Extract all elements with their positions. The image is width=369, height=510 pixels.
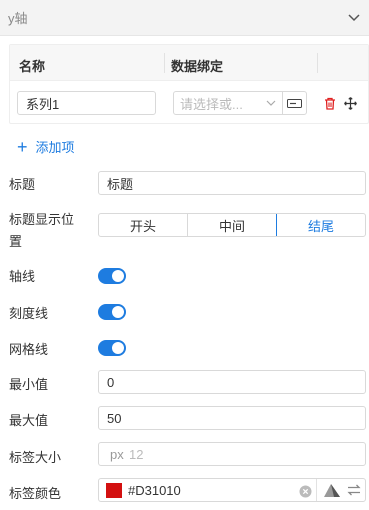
- plus-icon: +: [17, 136, 28, 157]
- color-hex-value: #D31010: [128, 483, 181, 498]
- title-position-label-wrap: 置: [9, 234, 23, 249]
- section-title: y轴: [8, 11, 28, 26]
- toggle-knob: [112, 270, 124, 282]
- title-position-segmented: 开头 中间 结尾: [98, 213, 366, 237]
- axis-line-label: 轴线: [9, 269, 36, 284]
- title-label: 标题: [9, 177, 36, 192]
- select-placeholder: 请选择或...: [180, 96, 243, 112]
- tick-line-toggle[interactable]: [98, 304, 126, 320]
- axis-line-toggle[interactable]: [98, 268, 126, 284]
- color-swatch[interactable]: [106, 483, 122, 498]
- table-row: 请选择或...: [10, 81, 368, 124]
- grid-line-label: 网格线: [9, 342, 49, 357]
- chevron-down-icon: [266, 100, 276, 106]
- toggle-knob: [112, 342, 124, 354]
- min-value-input[interactable]: [98, 370, 366, 394]
- position-end-button[interactable]: 结尾: [276, 214, 365, 236]
- position-middle-button[interactable]: 中间: [188, 214, 277, 236]
- column-header-binding: 数据绑定: [171, 59, 224, 74]
- label-size-input[interactable]: [98, 442, 366, 466]
- px-unit-prefix: px: [110, 447, 124, 462]
- column-divider: [164, 53, 165, 73]
- add-item-button[interactable]: + 添加项: [17, 137, 75, 156]
- column-divider: [317, 53, 318, 73]
- label-color-label: 标签颜色: [9, 486, 62, 501]
- title-input[interactable]: [98, 171, 366, 195]
- divider: [316, 479, 317, 501]
- series-name-input[interactable]: [17, 91, 156, 115]
- column-header-name: 名称: [19, 59, 46, 74]
- title-position-label: 标题显示位: [9, 212, 75, 227]
- max-value-input[interactable]: [98, 406, 366, 430]
- toggle-knob: [112, 306, 124, 318]
- swap-icon[interactable]: [346, 482, 362, 498]
- drag-move-icon[interactable]: [342, 95, 358, 111]
- chevron-down-icon[interactable]: [347, 11, 361, 25]
- position-start-button[interactable]: 开头: [99, 214, 188, 236]
- label-color-picker[interactable]: #D31010: [98, 478, 366, 502]
- min-value-label: 最小值: [9, 377, 49, 392]
- tick-line-label: 刻度线: [9, 306, 49, 321]
- data-binding-select[interactable]: 请选择或...: [173, 91, 283, 115]
- series-table-header: 名称 数据绑定: [10, 45, 368, 81]
- clear-icon[interactable]: [297, 483, 313, 499]
- delete-icon[interactable]: [322, 95, 338, 111]
- max-value-label: 最大值: [9, 413, 49, 428]
- add-item-label: 添加项: [35, 140, 75, 155]
- data-source-button[interactable]: [282, 91, 307, 115]
- gradient-fill-icon[interactable]: [321, 482, 343, 498]
- series-table: 名称 数据绑定 请选择或...: [9, 44, 369, 124]
- yaxis-section-header[interactable]: y轴: [0, 0, 369, 36]
- grid-line-toggle[interactable]: [98, 340, 126, 356]
- label-size-label: 标签大小: [9, 450, 62, 465]
- data-source-icon: [287, 98, 302, 108]
